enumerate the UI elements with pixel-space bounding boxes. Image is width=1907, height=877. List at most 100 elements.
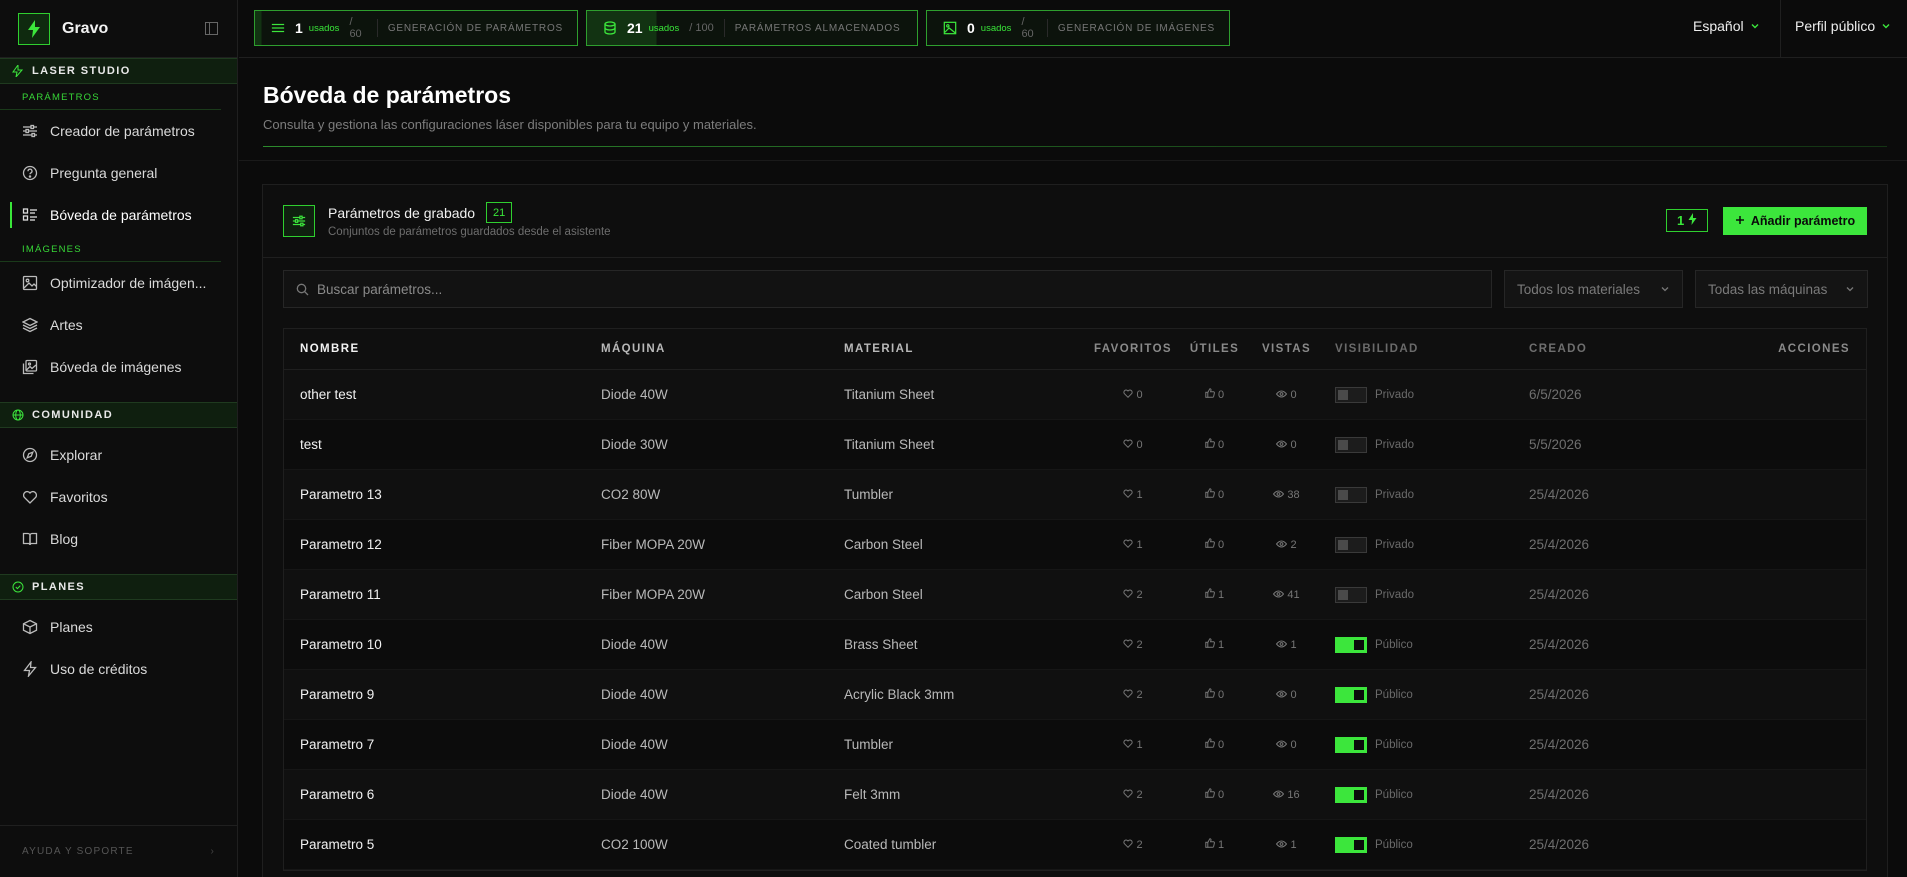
cell-name[interactable]: other test <box>284 387 601 402</box>
visibility-toggle[interactable] <box>1335 586 1367 603</box>
table-row[interactable]: Parametro 6 Diode 40W Felt 3mm 2 0 16 Pú… <box>284 770 1866 820</box>
sidebar-item-blog[interactable]: Blog <box>0 518 237 560</box>
sidebar-item-artes[interactable]: Artes <box>0 304 237 346</box>
search-input[interactable] <box>317 281 1467 297</box>
cell-useful: 0 <box>1183 788 1246 801</box>
usage-used-label: usados <box>308 22 340 34</box>
cell-name[interactable]: test <box>284 437 601 452</box>
visibility-toggle[interactable] <box>1335 686 1367 703</box>
useful-count: 1 <box>1217 588 1225 601</box>
useful-count: 0 <box>1217 438 1225 451</box>
cell-name[interactable]: Parametro 6 <box>284 787 601 802</box>
column-header-material[interactable]: MATERIAL <box>844 343 1083 355</box>
table-row[interactable]: Parametro 7 Diode 40W Tumbler 1 0 0 Públ… <box>284 720 1866 770</box>
divider <box>1047 19 1048 37</box>
cell-useful: 1 <box>1183 588 1246 601</box>
table-row[interactable]: Parametro 10 Diode 40W Brass Sheet 2 1 1… <box>284 620 1866 670</box>
cell-useful: 1 <box>1183 838 1246 851</box>
search-box[interactable] <box>283 270 1492 308</box>
table-row[interactable]: test Diode 30W Titanium Sheet 0 0 0 Priv… <box>284 420 1866 470</box>
visibility-toggle[interactable] <box>1335 636 1367 653</box>
sidebar-item-boveda-parametros[interactable]: Bóveda de parámetros <box>0 194 237 236</box>
column-header-machine[interactable]: MÁQUINA <box>601 343 844 355</box>
language-select[interactable]: Español <box>1693 18 1760 34</box>
cell-material: Tumbler <box>844 737 894 752</box>
bolt-logo-icon[interactable] <box>18 12 50 45</box>
usage-image-generation[interactable]: 0 usados / 60 GENERACIÓN DE IMÁGENES <box>926 10 1230 46</box>
materials-filter-value: Todos los materiales <box>1517 281 1641 297</box>
column-header-views[interactable]: VISTAS <box>1246 343 1327 355</box>
app: Gravo LASER STUDIO PARÁMETROS Creador de… <box>0 0 1907 877</box>
usage-params-stored[interactable]: 21 usados / 100 PARÁMETROS ALMACENADOS <box>586 10 918 46</box>
add-parameter-button[interactable]: Añadir parámetro <box>1723 207 1867 235</box>
column-header-visibility[interactable]: VISIBILIDAD <box>1327 343 1529 355</box>
eye-icon <box>1276 689 1288 701</box>
table-row[interactable]: Parametro 12 Fiber MOPA 20W Carbon Steel… <box>284 520 1866 570</box>
favorites-count: 2 <box>1136 638 1143 651</box>
help-support-link[interactable]: AYUDA Y SOPORTE › <box>0 825 237 877</box>
column-header-favorites[interactable]: FAVORITOS <box>1083 343 1183 355</box>
table-row[interactable]: other test Diode 40W Titanium Sheet 0 0 … <box>284 370 1866 420</box>
cell-name[interactable]: Parametro 12 <box>284 537 601 552</box>
sidebar-item-explorar[interactable]: Explorar <box>0 434 237 476</box>
chevron-down-icon <box>1660 282 1670 297</box>
compass-icon <box>22 447 38 463</box>
visibility-label: Público <box>1375 688 1413 701</box>
sidebar-item-favoritos[interactable]: Favoritos <box>0 476 237 518</box>
images-icon <box>22 359 38 375</box>
heart-icon <box>1123 439 1134 451</box>
column-header-name[interactable]: NOMBRE <box>284 343 601 355</box>
table-row[interactable]: Parametro 9 Diode 40W Acrylic Black 3mm … <box>284 670 1866 720</box>
sidebar-item-uso-creditos[interactable]: Uso de créditos <box>0 648 237 690</box>
cell-views: 16 <box>1246 789 1327 801</box>
visibility-toggle[interactable] <box>1335 386 1367 403</box>
machines-filter-select[interactable]: Todas las máquinas <box>1695 270 1868 308</box>
sidebar-collapse-icon[interactable] <box>203 21 219 37</box>
usage-label: GENERACIÓN DE IMÁGENES <box>1057 22 1215 34</box>
visibility-toggle[interactable] <box>1335 436 1367 453</box>
cell-views: 38 <box>1246 489 1327 501</box>
sidebar-item-pregunta[interactable]: Pregunta general <box>0 152 237 194</box>
table-row[interactable]: Parametro 5 CO2 100W Coated tumbler 2 1 … <box>284 820 1866 870</box>
cell-name[interactable]: Parametro 11 <box>284 587 601 602</box>
materials-filter-select[interactable]: Todos los materiales <box>1504 270 1683 308</box>
sidebar-item-creador[interactable]: Creador de parámetros <box>0 110 237 152</box>
cell-views: 0 <box>1246 739 1327 751</box>
language-label: Español <box>1693 18 1744 34</box>
usage-used-label: usados <box>980 22 1012 34</box>
cell-created: 25/4/2026 <box>1529 737 1590 752</box>
cell-name[interactable]: Parametro 9 <box>284 687 601 702</box>
favorites-count: 1 <box>1136 738 1143 751</box>
visibility-toggle[interactable] <box>1335 836 1367 853</box>
eye-icon <box>1276 739 1288 751</box>
credit-value: 1 <box>1677 213 1685 228</box>
visibility-toggle[interactable] <box>1335 736 1367 753</box>
sidebar-item-planes[interactable]: Planes <box>0 606 237 648</box>
thumbs-up-icon <box>1205 788 1215 801</box>
column-header-useful[interactable]: ÚTILES <box>1183 343 1246 355</box>
usage-param-generation[interactable]: 1 usados / 60 GENERACIÓN DE PARÁMETROS <box>254 10 578 46</box>
chevron-down-icon <box>1750 18 1760 34</box>
sidebar-item-optimizador[interactable]: Optimizador de imágen... <box>0 262 237 304</box>
cell-views: 0 <box>1246 389 1327 401</box>
zap-icon <box>22 661 38 677</box>
sidebar-item-boveda-imagenes[interactable]: Bóveda de imágenes <box>0 346 237 388</box>
column-header-created[interactable]: CREADO <box>1529 343 1729 355</box>
visibility-toggle[interactable] <box>1335 786 1367 803</box>
divider <box>263 146 1887 147</box>
section-title: COMUNIDAD <box>32 409 114 421</box>
cell-visibility: Privado <box>1327 386 1529 403</box>
visibility-toggle[interactable] <box>1335 486 1367 503</box>
cell-name[interactable]: Parametro 10 <box>284 637 601 652</box>
thumbs-up-icon <box>1205 638 1215 651</box>
visibility-toggle[interactable] <box>1335 536 1367 553</box>
sidebar-item-label: Pregunta general <box>50 165 158 181</box>
visibility-label: Privado <box>1375 438 1414 451</box>
thumbs-up-icon <box>1205 688 1215 701</box>
profile-menu[interactable]: Perfil público <box>1795 18 1891 34</box>
cell-name[interactable]: Parametro 13 <box>284 487 601 502</box>
table-row[interactable]: Parametro 13 CO2 80W Tumbler 1 0 38 Priv… <box>284 470 1866 520</box>
cell-name[interactable]: Parametro 7 <box>284 737 601 752</box>
table-row[interactable]: Parametro 11 Fiber MOPA 20W Carbon Steel… <box>284 570 1866 620</box>
cell-name[interactable]: Parametro 5 <box>284 837 601 852</box>
